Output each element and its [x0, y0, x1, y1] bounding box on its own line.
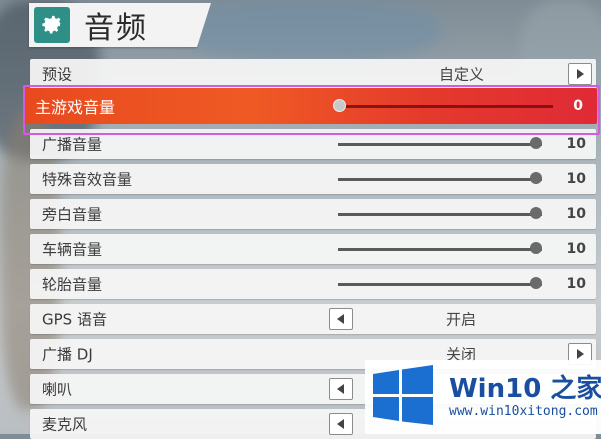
chevron-right-icon [577, 349, 584, 359]
broadcast-volume-slider-track[interactable] [338, 143, 542, 146]
prev-arrow-button[interactable] [329, 378, 353, 400]
next-arrow-button[interactable] [568, 63, 592, 85]
preset-value: 自定义 [439, 65, 485, 84]
special-fx-volume-slider-thumb[interactable] [530, 172, 542, 184]
narration-volume-label: 旁白音量 [42, 205, 103, 224]
prev-arrow-button[interactable] [329, 413, 353, 435]
gps-voice-value: 开启 [446, 310, 477, 329]
special-fx-volume-row[interactable]: 特殊音效音量 10 [30, 164, 596, 194]
chevron-left-icon [337, 314, 344, 324]
watermark: Win10 之家 www.win10xitong.com [365, 360, 601, 434]
narration-volume-value: 10 [566, 206, 586, 222]
focus-highlight [23, 85, 600, 135]
gps-voice-row[interactable]: GPS 语音 开启 [30, 304, 596, 334]
vehicle-volume-value: 10 [566, 241, 586, 257]
tire-volume-label: 轮胎音量 [42, 275, 103, 294]
narration-volume-slider-thumb[interactable] [530, 207, 542, 219]
vehicle-volume-row[interactable]: 车辆音量 10 [30, 234, 596, 264]
gps-voice-label: GPS 语音 [42, 310, 107, 329]
windows-logo-icon [373, 365, 433, 425]
vehicle-volume-slider-track[interactable] [338, 248, 542, 251]
chevron-right-icon [577, 69, 584, 79]
special-fx-volume-label: 特殊音效音量 [42, 170, 133, 189]
tire-volume-slider-track[interactable] [338, 283, 542, 286]
special-fx-volume-slider-track[interactable] [338, 178, 542, 181]
background-shape [180, 0, 440, 60]
vehicle-volume-label: 车辆音量 [42, 240, 103, 259]
broadcast-dj-label: 广播 DJ [42, 345, 93, 364]
broadcast-volume-slider-thumb[interactable] [530, 137, 542, 149]
chevron-left-icon [337, 419, 344, 429]
tire-volume-row[interactable]: 轮胎音量 10 [30, 269, 596, 299]
speaker-label: 喇叭 [42, 380, 73, 399]
prev-arrow-button[interactable] [329, 308, 353, 330]
tire-volume-value: 10 [566, 276, 586, 292]
preset-label: 预设 [42, 65, 73, 84]
narration-volume-row[interactable]: 旁白音量 10 [30, 199, 596, 229]
broadcast-volume-label: 广播音量 [42, 135, 103, 154]
section-header: 音频 [29, 3, 211, 47]
watermark-url: www.win10xitong.com [449, 404, 598, 419]
watermark-title: Win10 之家 [449, 374, 601, 404]
broadcast-volume-value: 10 [566, 136, 586, 152]
special-fx-volume-value: 10 [566, 171, 586, 187]
gear-icon [34, 7, 70, 43]
microphone-label: 麦克风 [42, 415, 88, 434]
vehicle-volume-slider-thumb[interactable] [530, 242, 542, 254]
chevron-left-icon [337, 384, 344, 394]
narration-volume-slider-track[interactable] [338, 213, 542, 216]
tire-volume-slider-thumb[interactable] [530, 277, 542, 289]
page-title: 音频 [84, 11, 148, 46]
